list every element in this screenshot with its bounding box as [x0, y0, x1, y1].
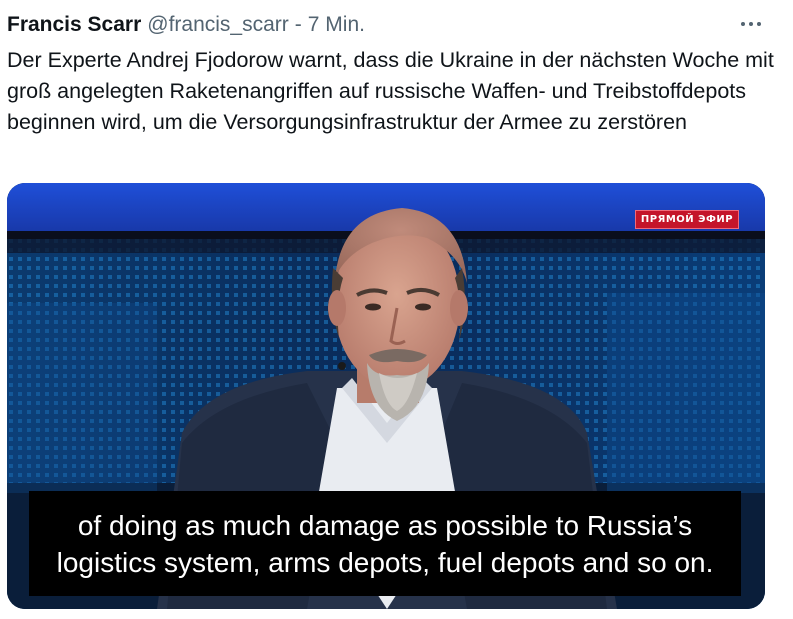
tweet-text: Der Experte Andrej Fjodorow warnt, dass … [7, 48, 774, 134]
author-handle[interactable]: @francis_scarr [147, 13, 289, 37]
author-name[interactable]: Francis Scarr [7, 13, 141, 37]
tweet-card[interactable]: Francis Scarr @francis_scarr - 7 Min. De… [0, 0, 793, 619]
header-separator: - [294, 13, 302, 36]
subtitle-line-1: of doing as much damage as possible to R… [77, 509, 693, 541]
video-player[interactable]: ПРЯМОЙ ЭФИР of doing as much damage as p… [7, 183, 765, 609]
tweet-timestamp[interactable]: 7 Min. [308, 13, 365, 37]
more-options-icon[interactable] [737, 12, 765, 36]
live-broadcast-badge: ПРЯМОЙ ЭФИР [635, 210, 739, 229]
tweet-header: Francis Scarr @francis_scarr - 7 Min. [7, 10, 365, 40]
subtitle-line-2: logistics system, arms depots, fuel depo… [56, 546, 714, 578]
video-subtitle: of doing as much damage as possible to R… [29, 491, 741, 596]
